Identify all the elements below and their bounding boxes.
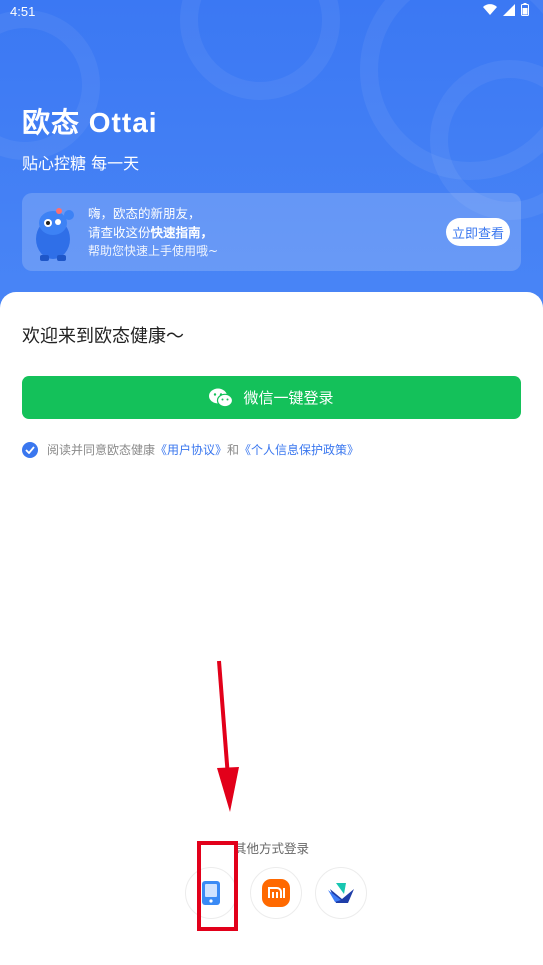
wifi-icon: [483, 3, 497, 15]
guide-line-2-prefix: 请查收这份: [88, 225, 151, 240]
agreement-text: 阅读并同意欧态健康: [47, 443, 156, 457]
guide-line-2-bold: 快速指南，: [150, 225, 214, 240]
feishu-login-button[interactable]: [315, 867, 367, 919]
wechat-login-label: 微信一键登录: [243, 389, 334, 407]
xiaomi-login-button[interactable]: [250, 867, 302, 919]
status-time: 4:51: [10, 4, 36, 19]
mascot-icon: [36, 208, 74, 261]
view-guide-button[interactable]: 立即查看: [446, 218, 510, 246]
signal-icon: [503, 3, 515, 16]
privacy-policy-link[interactable]: 《个人信息保护政策》: [239, 441, 359, 458]
battery-icon: [521, 3, 529, 16]
app-tagline: 贴心控糖 每一天: [22, 154, 140, 173]
status-bar: 4:51: [0, 0, 543, 24]
welcome-title: 欢迎来到欧态健康～: [22, 326, 184, 347]
wechat-icon: [209, 388, 234, 407]
quick-guide-card[interactable]: 嗨，欧态的新朋友， 请查收这份快速指南， 帮助您快速上手使用哦~ 立即查看: [22, 193, 521, 271]
agreement-checkbox[interactable]: [22, 441, 38, 458]
guide-line-1: 嗨，欧态的新朋友，: [88, 206, 201, 221]
login-sheet: 欢迎来到欧态健康～ 微信一键登录 阅读并同意欧态健康 《用户协议》 和 《个人信…: [0, 292, 543, 965]
other-login-label: 其他方式登录: [233, 841, 309, 856]
guide-line-3: 帮助您快速上手使用哦~: [88, 244, 219, 258]
check-icon: [25, 445, 35, 454]
feishu-icon: [328, 883, 354, 903]
wechat-login-button[interactable]: 微信一键登录: [22, 376, 521, 419]
agreement-and: 和: [227, 443, 240, 457]
app-brand-title: 欧态 Ottai: [22, 107, 158, 138]
xiaomi-icon: [262, 879, 290, 907]
agreement-row: 阅读并同意欧态健康 《用户协议》 和 《个人信息保护政策》: [22, 441, 359, 458]
annotation-highlight-box: [197, 841, 238, 931]
user-agreement-link[interactable]: 《用户协议》: [155, 441, 227, 458]
